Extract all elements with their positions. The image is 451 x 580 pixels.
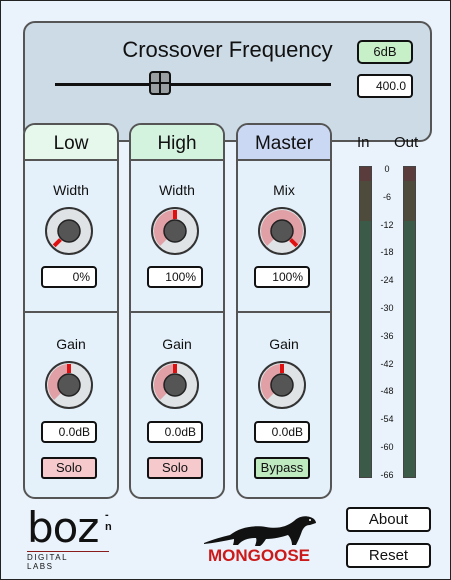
strip-header: Low [25, 125, 117, 161]
meter-tick-label: -6 [382, 192, 391, 202]
meter-tick-label: -24 [380, 275, 394, 285]
top-param-label: Width [159, 182, 195, 198]
meter-tick-label: -48 [380, 386, 394, 396]
gain-label: Gain [162, 336, 192, 352]
top-param-knob[interactable] [150, 206, 200, 256]
product-name: MONGOOSE [207, 546, 310, 565]
crossover-slider-thumb[interactable] [149, 71, 171, 95]
boz-logo-superscript: -n [105, 509, 112, 533]
boz-logo-subtitle: DIGITAL LABS [27, 553, 68, 571]
strip-low: Low Width 0% Gain 0.0dB Solo [23, 123, 119, 499]
strip-header: High [131, 125, 223, 161]
frequency-value-field[interactable]: 400.0 [357, 74, 413, 98]
gain-value[interactable]: 0.0dB [41, 421, 97, 443]
slope-toggle-button[interactable]: 6dB [357, 40, 413, 64]
top-param-value[interactable]: 100% [147, 266, 203, 288]
meter-tick-label: -66 [380, 470, 394, 480]
gain-label: Gain [269, 336, 299, 352]
meter-tick-label: -54 [380, 414, 394, 424]
boz-logo-text: boz [27, 503, 99, 552]
bypass-button[interactable]: Bypass [254, 457, 310, 479]
crossover-slider-track[interactable] [55, 83, 331, 86]
solo-button[interactable]: Solo [41, 457, 97, 479]
gain-value[interactable]: 0.0dB [254, 421, 310, 443]
gain-label: Gain [56, 336, 86, 352]
gain-knob[interactable] [44, 360, 94, 410]
top-param-value[interactable]: 100% [254, 266, 310, 288]
gain-knob[interactable] [150, 360, 200, 410]
about-button[interactable]: About [346, 507, 431, 532]
reset-button[interactable]: Reset [346, 543, 431, 568]
meter-tick-label: -30 [380, 303, 394, 313]
gain-value[interactable]: 0.0dB [147, 421, 203, 443]
output-meter [403, 166, 416, 478]
meter-tick-label: -12 [380, 220, 394, 230]
top-param-label: Mix [273, 182, 295, 198]
top-param-knob[interactable] [257, 206, 307, 256]
strip-header: Master [238, 125, 330, 161]
solo-button[interactable]: Solo [147, 457, 203, 479]
mongoose-icon [204, 516, 316, 546]
meter-in-label: In [357, 134, 370, 151]
meter-tick-label: -42 [380, 359, 394, 369]
meter-tick-label: -18 [380, 247, 394, 257]
meter-tick-label: -36 [380, 331, 394, 341]
plugin-window: Crossover Frequency 6dB 400.0 Low Width … [0, 0, 451, 580]
meter-tick-label: 0 [384, 164, 390, 174]
strip-high: High Width 100% Gain 0.0dB Solo [129, 123, 225, 499]
top-param-label: Width [53, 182, 89, 198]
input-meter [359, 166, 372, 478]
meter-tick-label: -60 [380, 442, 394, 452]
strip-master: Master Mix 100% Gain 0.0dB Bypass [236, 123, 332, 499]
top-param-value[interactable]: 0% [41, 266, 97, 288]
meter-out-label: Out [394, 134, 419, 151]
gain-knob[interactable] [257, 360, 307, 410]
top-param-knob[interactable] [44, 206, 94, 256]
